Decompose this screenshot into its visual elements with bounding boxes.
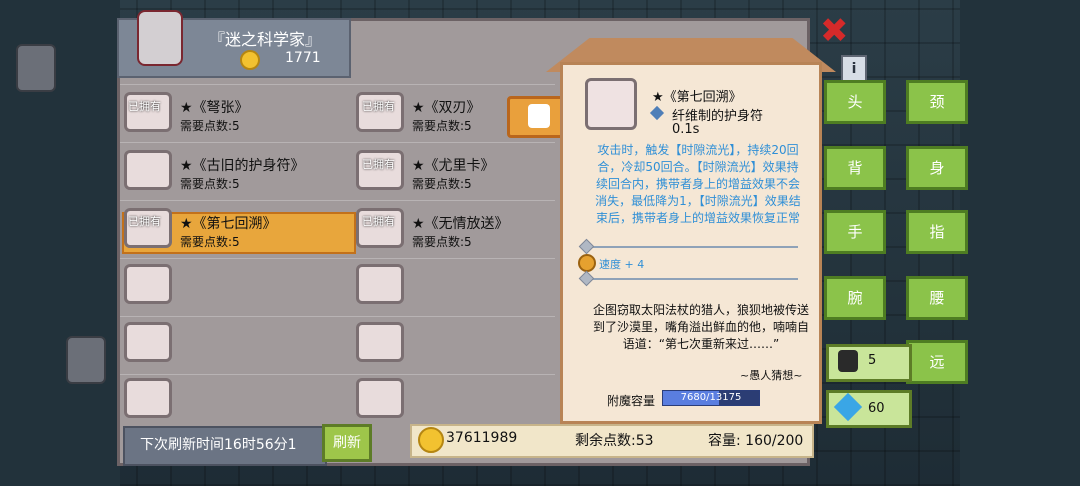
item-name[interactable]: ★《双刃》 xyxy=(412,97,481,117)
lock-icon xyxy=(528,104,550,128)
empty-item-slot[interactable] xyxy=(356,378,404,418)
slot-finger[interactable]: 指 xyxy=(906,210,968,254)
slot-wrist[interactable]: 腕 xyxy=(824,276,886,320)
slot-ranged[interactable]: 远 xyxy=(906,340,968,384)
gem-count: 60 xyxy=(868,401,885,416)
divider xyxy=(590,278,798,280)
tooltip-stat: 速度 + 4 xyxy=(599,258,645,271)
owned-tag: 已拥有 xyxy=(362,215,395,228)
remaining-points: 剩余点数:53 xyxy=(575,433,654,449)
npc-character xyxy=(66,336,106,384)
enchant-capacity-label: 附魔容量 xyxy=(607,394,656,408)
character-icon xyxy=(838,350,858,372)
empty-item-slot[interactable] xyxy=(124,322,172,362)
character-count: 5 xyxy=(868,353,877,368)
slot-hand[interactable]: 手 xyxy=(824,210,886,254)
merchant-avatar xyxy=(137,10,183,66)
empty-item-slot[interactable] xyxy=(356,264,404,304)
merchant-title: 『迷之科学家』 xyxy=(208,30,321,49)
item-cost: 需要点数:5 xyxy=(412,177,472,191)
right-wall xyxy=(960,0,1080,486)
tooltip-description: 攻击时，触发【时隙流光】，持续20回合，冷却50回合。【时隙流光】效果持续回合内… xyxy=(595,143,801,225)
gold-coin-icon xyxy=(418,427,444,453)
coin-icon xyxy=(240,50,260,70)
owned-tag: 已拥有 xyxy=(128,215,161,228)
slot-body[interactable]: 身 xyxy=(906,146,968,190)
slot-head[interactable]: 头 xyxy=(824,80,886,124)
row-divider xyxy=(120,258,555,311)
info-icon[interactable]: i xyxy=(841,55,867,83)
item-cost: 需要点数:5 xyxy=(180,177,240,191)
tooltip-author: ~愚人猜想~ xyxy=(740,369,803,382)
close-icon[interactable]: ✖ xyxy=(820,14,852,48)
slot-neck[interactable]: 颈 xyxy=(906,80,968,124)
tooltip-item-icon xyxy=(585,78,637,130)
refresh-timer: 下次刷新时间16时56分1 xyxy=(140,437,297,453)
item-name[interactable]: ★《第七回溯》 xyxy=(180,213,277,233)
item-cost: 需要点数:5 xyxy=(180,235,240,249)
npc-character xyxy=(16,44,56,92)
speed-icon xyxy=(578,254,596,272)
item-name[interactable]: ★《弩张》 xyxy=(180,97,249,117)
owned-tag: 已拥有 xyxy=(128,100,161,113)
item-cost: 需要点数:5 xyxy=(412,235,472,249)
enchant-capacity-bar: 7680/13175 xyxy=(662,390,760,406)
item-icon-amulet[interactable] xyxy=(124,150,172,190)
slot-waist[interactable]: 腰 xyxy=(906,276,968,320)
slot-back[interactable]: 背 xyxy=(824,146,886,190)
owned-tag: 已拥有 xyxy=(362,100,395,113)
empty-item-slot[interactable] xyxy=(124,264,172,304)
item-cost: 需要点数:5 xyxy=(412,119,472,133)
item-name[interactable]: ★《古旧的护身符》 xyxy=(180,155,305,175)
divider xyxy=(590,246,798,248)
item-name[interactable]: ★《尤里卡》 xyxy=(412,155,495,175)
item-cost: 需要点数:5 xyxy=(180,119,240,133)
capacity: 容量: 160/200 xyxy=(708,433,804,449)
empty-item-slot[interactable] xyxy=(124,378,172,418)
row-divider xyxy=(120,374,555,427)
tooltip-item-name: ★《第七回溯》 xyxy=(652,90,742,105)
item-name[interactable]: ★《无情放送》 xyxy=(412,213,509,233)
refresh-button[interactable]: 刷新 xyxy=(322,424,372,462)
row-divider xyxy=(120,316,555,369)
tooltip-item-time: 0.1s xyxy=(672,122,700,137)
empty-item-slot[interactable] xyxy=(356,322,404,362)
tooltip-flavor-text: 企图窃取太阳法杖的猎人，狼狈地被传送到了沙漠里，嘴角溢出鲜血的他，喃喃自语道：“… xyxy=(592,303,809,351)
owned-tag: 已拥有 xyxy=(362,158,395,171)
merchant-coins: 1771 xyxy=(285,50,321,66)
gold-amount: 37611989 xyxy=(446,430,518,446)
